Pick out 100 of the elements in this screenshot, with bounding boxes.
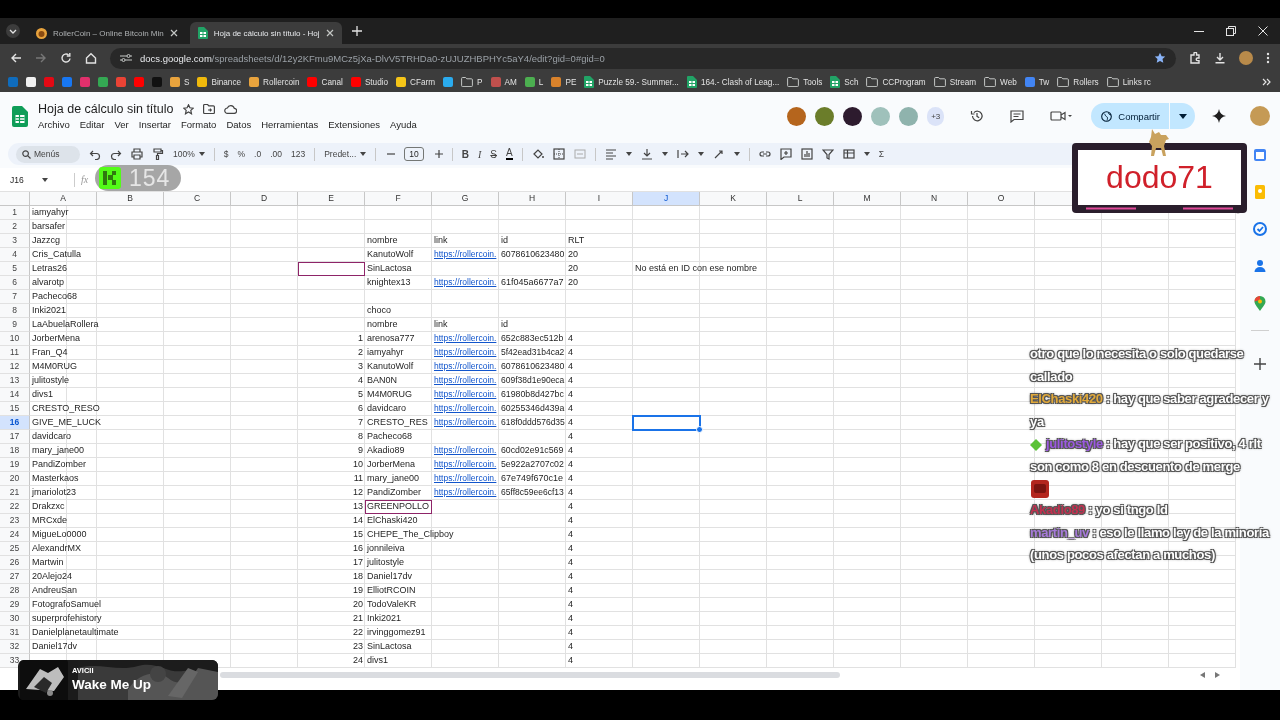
row-number[interactable]: 12 xyxy=(0,360,30,374)
merge-cells-icon[interactable] xyxy=(573,148,586,160)
row-number[interactable]: 20 xyxy=(0,472,30,486)
plus-icon[interactable] xyxy=(1254,358,1266,370)
collaborators-count-badge[interactable]: +3 xyxy=(927,106,945,126)
number-format-button[interactable]: 123 xyxy=(290,149,306,159)
text-color-button[interactable]: A xyxy=(506,148,513,160)
menu-item[interactable]: Extensiones xyxy=(328,119,380,130)
paint-format-icon[interactable] xyxy=(152,148,164,160)
caret-icon[interactable] xyxy=(1179,113,1187,119)
scroll-left-icon[interactable] xyxy=(1200,672,1205,678)
bookmark-star-icon[interactable] xyxy=(1154,52,1166,64)
decrease-decimals-button[interactable]: .0 xyxy=(254,149,262,159)
bookmark[interactable] xyxy=(26,77,36,87)
calendar-icon[interactable] xyxy=(1253,148,1267,162)
new-tab-icon[interactable] xyxy=(351,26,362,36)
caret-icon[interactable] xyxy=(41,177,48,182)
menu-item[interactable]: Datos xyxy=(226,119,252,130)
bookmark[interactable]: Web xyxy=(984,77,1017,87)
link[interactable]: https://rollercoin. xyxy=(434,332,497,345)
percent-button[interactable]: % xyxy=(237,149,246,159)
row-number[interactable]: 15 xyxy=(0,402,30,416)
bookmark[interactable]: L xyxy=(524,77,544,87)
link[interactable]: https://rollercoin. xyxy=(434,388,497,401)
row-number[interactable]: 2 xyxy=(0,220,30,234)
row-number[interactable]: 11 xyxy=(0,346,30,360)
borders-icon[interactable] xyxy=(552,148,565,160)
tab-search-icon[interactable] xyxy=(6,24,20,38)
row-number[interactable]: 27 xyxy=(0,570,30,584)
link[interactable]: https://rollercoin. xyxy=(434,416,497,429)
add-comment-icon[interactable] xyxy=(779,148,792,160)
caret-icon[interactable] xyxy=(198,152,205,156)
menu-item[interactable]: Ver xyxy=(114,119,129,130)
bookmark[interactable]: Rollercoin xyxy=(249,77,300,87)
bookmark[interactable]: Studio xyxy=(350,77,389,87)
print-icon[interactable] xyxy=(131,148,143,160)
close-icon[interactable] xyxy=(325,29,334,37)
reload-icon[interactable] xyxy=(60,52,72,64)
plus-icon[interactable] xyxy=(432,148,443,160)
italic-button[interactable]: I xyxy=(478,148,482,160)
row-number[interactable]: 3 xyxy=(0,234,30,248)
cloud-icon[interactable] xyxy=(223,104,237,114)
fill-color-icon[interactable] xyxy=(531,148,544,160)
link[interactable]: https://rollercoin. xyxy=(434,276,497,289)
link-icon[interactable] xyxy=(758,148,771,160)
row-number[interactable]: 6 xyxy=(0,276,30,290)
bookmark[interactable]: Rollers xyxy=(1057,77,1099,87)
bookmark[interactable]: Sch xyxy=(830,76,859,88)
row-number[interactable]: 5 xyxy=(0,262,30,276)
selected-cell[interactable] xyxy=(633,416,700,430)
tasks-icon[interactable] xyxy=(1253,222,1267,236)
scrollbar-thumb[interactable] xyxy=(220,672,840,678)
row-number[interactable]: 31 xyxy=(0,626,30,640)
more-bookmarks-icon[interactable] xyxy=(1262,77,1272,87)
row-number[interactable]: 28 xyxy=(0,584,30,598)
bookmark[interactable]: CCProgram xyxy=(866,77,926,87)
row-number[interactable]: 13 xyxy=(0,374,30,388)
chart-icon[interactable] xyxy=(800,148,813,160)
link[interactable]: https://rollercoin. xyxy=(434,374,497,387)
restore-icon[interactable] xyxy=(1226,26,1236,36)
name-box[interactable]: J16 xyxy=(10,174,24,185)
column-header[interactable]: M xyxy=(834,192,901,205)
bookmark[interactable]: Tools xyxy=(787,77,823,87)
font-dropdown[interactable]: Predet... xyxy=(324,149,367,159)
profile-avatar[interactable] xyxy=(1239,51,1253,65)
increase-decimals-button[interactable]: .00 xyxy=(270,149,282,159)
filter-icon[interactable] xyxy=(821,148,834,160)
address-bar[interactable]: docs.google.com/spreadsheets/d/12y2KFmu9MCz5jXa-DlvV5TRHDa0-zUJUZHBPHYc5aY4/edit?gid=0#gid=0 xyxy=(110,47,1176,69)
font-size-field[interactable]: 10 xyxy=(404,147,424,161)
text-rotate-icon[interactable] xyxy=(712,148,725,160)
menu-item[interactable]: Herramientas xyxy=(261,119,319,130)
bold-button[interactable]: B xyxy=(461,148,469,160)
download-icon[interactable] xyxy=(1214,52,1226,64)
contacts-icon[interactable] xyxy=(1253,259,1267,273)
row-number[interactable]: 30 xyxy=(0,612,30,626)
close-icon[interactable] xyxy=(169,29,178,37)
menu-item[interactable]: Insertar xyxy=(138,119,171,130)
row-number[interactable]: 1 xyxy=(0,206,30,220)
bookmark[interactable]: 164.- Clash of Leag... xyxy=(686,76,780,88)
link[interactable]: https://rollercoin. xyxy=(434,402,497,415)
link[interactable]: https://rollercoin. xyxy=(434,472,497,485)
caret-icon[interactable] xyxy=(360,152,367,156)
forward-icon[interactable] xyxy=(35,52,47,64)
share-button[interactable]: Compartir xyxy=(1091,103,1195,129)
menu-icon[interactable] xyxy=(1266,52,1270,64)
column-header[interactable]: H xyxy=(499,192,566,205)
sheets-logo-icon[interactable] xyxy=(12,105,28,127)
table-view-icon[interactable] xyxy=(842,148,855,160)
link[interactable]: https://rollercoin. xyxy=(434,458,497,471)
star-icon[interactable] xyxy=(182,103,194,115)
column-header[interactable]: L xyxy=(767,192,834,205)
bookmark[interactable]: Links rc xyxy=(1106,77,1151,87)
row-number[interactable]: 19 xyxy=(0,458,30,472)
bookmark[interactable]: Stream xyxy=(933,77,977,87)
caret-icon[interactable] xyxy=(661,152,668,156)
row-number[interactable]: 21 xyxy=(0,486,30,500)
bookmark[interactable]: S xyxy=(170,77,190,87)
column-header[interactable]: F xyxy=(365,192,432,205)
link[interactable]: https://rollercoin. xyxy=(434,248,497,261)
row-number[interactable]: 10 xyxy=(0,332,30,346)
